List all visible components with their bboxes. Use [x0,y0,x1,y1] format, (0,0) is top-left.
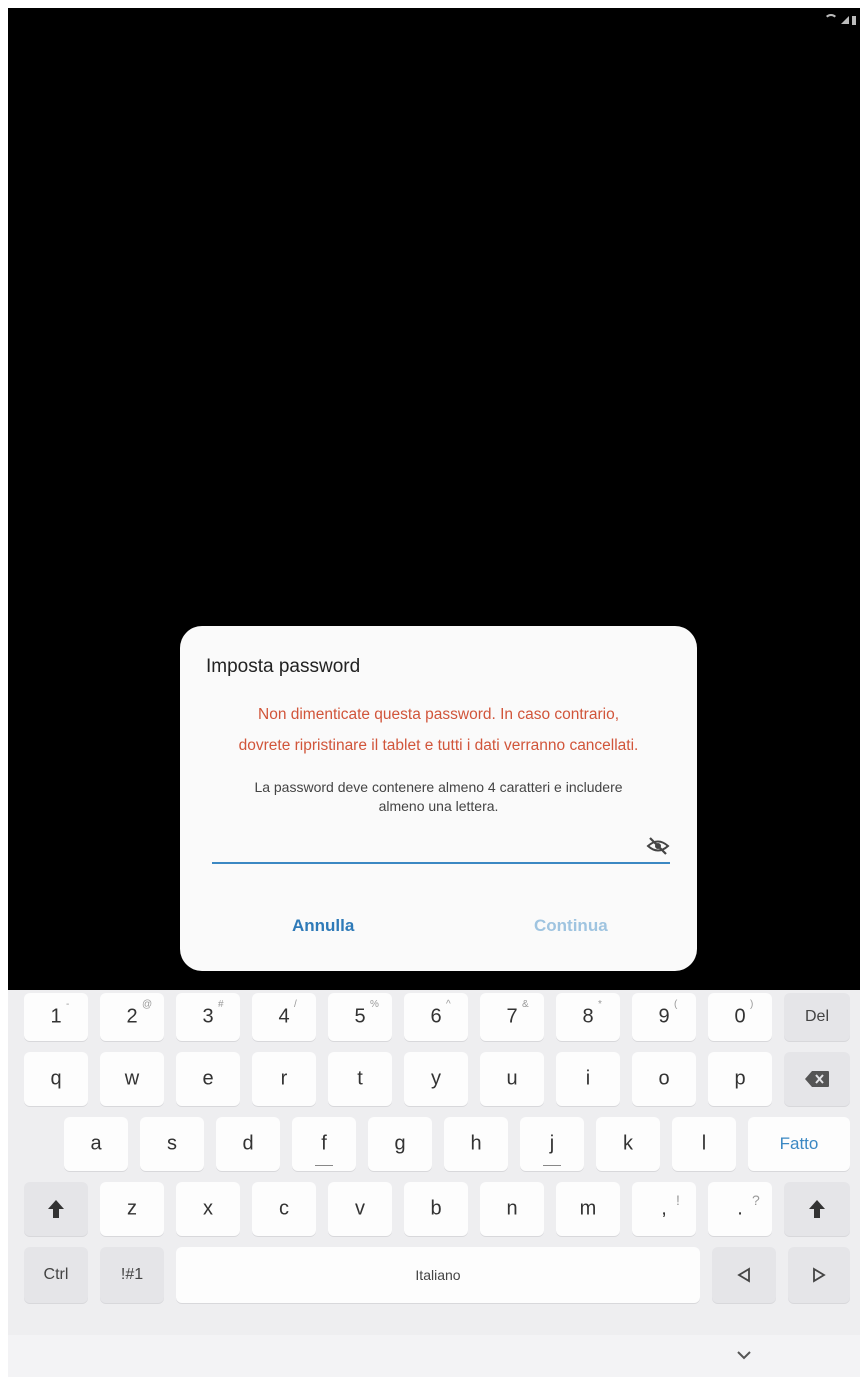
space-key[interactable]: Italiano [176,1247,700,1303]
key-3[interactable]: 3 # [176,993,240,1041]
key-7[interactable]: 7 & [480,993,544,1041]
key-o[interactable]: o [632,1052,696,1106]
backspace-icon [805,1071,829,1087]
key-s[interactable]: s [140,1117,204,1171]
signal-icon [841,16,849,24]
key-u[interactable]: u [480,1052,544,1106]
key-q[interactable]: q [24,1052,88,1106]
key-8[interactable]: 8 * [556,993,620,1041]
chevron-down-icon[interactable] [734,1345,754,1365]
key-2[interactable]: 2 @ [100,993,164,1041]
done-key[interactable]: Fatto [748,1117,850,1171]
arrow-right-icon [813,1267,826,1283]
battery-icon [852,15,856,25]
key-z[interactable]: z [100,1182,164,1236]
password-requirements: La password deve contenere almeno 4 cara… [254,779,623,814]
key-h[interactable]: h [444,1117,508,1171]
key-b[interactable]: b [404,1182,468,1236]
status-bar [824,14,856,26]
ctrl-key[interactable]: Ctrl [24,1247,88,1303]
key-i[interactable]: i [556,1052,620,1106]
key-period[interactable]: .? [708,1182,772,1236]
key-n[interactable]: n [480,1182,544,1236]
key-f[interactable]: f [292,1117,356,1171]
del-key[interactable]: Del [784,993,850,1041]
key-j[interactable]: j [520,1117,584,1171]
cancel-button[interactable]: Annulla [278,910,368,942]
key-6[interactable]: 6 ^ [404,993,468,1041]
set-password-dialog: Imposta password Non dimenticate questa … [180,626,697,971]
key-d[interactable]: d [216,1117,280,1171]
key-m[interactable]: m [556,1182,620,1236]
key-k[interactable]: k [596,1117,660,1171]
key-1[interactable]: 1- [24,993,88,1041]
cursor-right-key[interactable] [788,1247,850,1303]
navigation-bar [8,1335,860,1377]
key-x[interactable]: x [176,1182,240,1236]
key-comma[interactable]: ,! [632,1182,696,1236]
password-input[interactable] [212,832,670,864]
shift-icon [48,1200,64,1218]
dialog-title: Imposta password [206,656,361,677]
home-key-marker [543,1165,561,1166]
backspace-key[interactable] [784,1052,850,1106]
key-g[interactable]: g [368,1117,432,1171]
key-4[interactable]: 4/ [252,993,316,1041]
key-0[interactable]: 0) [708,993,772,1041]
key-c[interactable]: c [252,1182,316,1236]
shift-icon [809,1200,825,1218]
key-e[interactable]: e [176,1052,240,1106]
key-y[interactable]: y [404,1052,468,1106]
shift-left-key[interactable] [24,1182,88,1236]
key-p[interactable]: p [708,1052,772,1106]
warning-message: Non dimenticate questa password. In caso… [238,706,639,754]
key-a[interactable]: a [64,1117,128,1171]
arrow-left-icon [737,1267,750,1283]
key-w[interactable]: w [100,1052,164,1106]
key-9[interactable]: 9( [632,993,696,1041]
wifi-icon [824,14,838,26]
key-l[interactable]: l [672,1117,736,1171]
eye-off-icon[interactable] [646,836,670,856]
continue-button[interactable]: Continua [520,910,622,942]
screen: Imposta password Non dimenticate questa … [8,8,860,1377]
home-key-marker [315,1165,333,1166]
shift-right-key[interactable] [784,1182,850,1236]
key-5[interactable]: 5% [328,993,392,1041]
key-t[interactable]: t [328,1052,392,1106]
key-r[interactable]: r [252,1052,316,1106]
cursor-left-key[interactable] [712,1247,776,1303]
keyboard: 1- 2 @ 3 # 4/ 5% 6 ^ 7 & 8 * 9( 0) Del q w e … [8,990,860,1335]
key-v[interactable]: v [328,1182,392,1236]
symbols-key[interactable]: !#1 [100,1247,164,1303]
